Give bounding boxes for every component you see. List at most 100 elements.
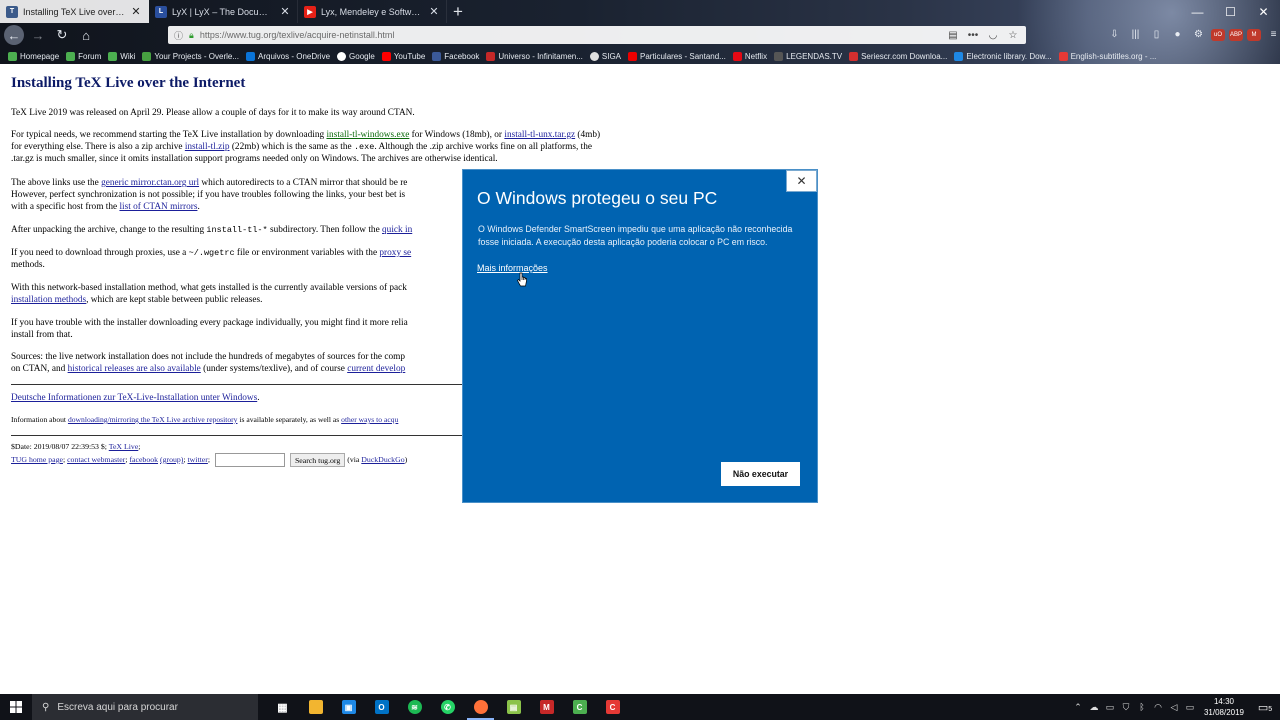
paragraph-download: For typical needs, we recommend starting… xyxy=(11,129,701,165)
install-tl-windows-link[interactable]: install-tl-windows.exe xyxy=(326,130,409,140)
url-text[interactable]: https://www.tug.org/texlive/acquire-neti… xyxy=(200,30,940,40)
clock[interactable]: 14:30 31/08/2019 xyxy=(1198,696,1250,718)
lock-icon[interactable]: 🔒︎ xyxy=(189,30,194,41)
menu-icon[interactable]: ≡ xyxy=(1265,26,1280,43)
bookmark-google[interactable]: Google xyxy=(337,51,375,61)
whatsapp-button[interactable]: ✆ xyxy=(431,694,464,720)
task-view-button[interactable]: ▦ xyxy=(266,694,299,720)
tab-label: Installing TeX Live over the Inte… xyxy=(23,6,125,17)
bookmark-homepage[interactable]: Homepage xyxy=(8,51,59,61)
quick-install-link[interactable]: quick in xyxy=(382,225,412,235)
installation-methods-link[interactable]: installation methods xyxy=(11,295,86,305)
historical-releases-link[interactable]: historical releases are also available xyxy=(68,364,201,374)
volume-icon[interactable]: ◁ xyxy=(1166,702,1182,713)
maximize-button[interactable]: ☐ xyxy=(1214,0,1247,23)
defender-icon[interactable]: ⛉ xyxy=(1118,702,1134,713)
bookmark-electronic-library[interactable]: Electronic library. Dow... xyxy=(954,51,1052,61)
pocket-icon[interactable]: ◡ xyxy=(986,30,1000,41)
bookmark-forum[interactable]: Forum xyxy=(66,51,101,61)
install-tl-zip-link[interactable]: install-tl.zip xyxy=(185,142,230,152)
bookmark-universo[interactable]: Universo - Infinitamen... xyxy=(486,51,583,61)
search-button[interactable]: Search tug.org xyxy=(289,453,346,467)
keyboard-icon[interactable]: ▭ xyxy=(1182,702,1198,713)
duckduckgo-link[interactable]: DuckDuckGo xyxy=(361,455,404,464)
bookmark-facebook[interactable]: Facebook xyxy=(432,51,479,61)
minimize-button[interactable]: — xyxy=(1181,0,1214,23)
spotify-button[interactable]: ≋ xyxy=(398,694,431,720)
dialog-close-button[interactable]: ✕ xyxy=(786,170,817,192)
proxy-settings-link[interactable]: proxy se xyxy=(379,248,411,258)
contact-webmaster-link[interactable]: contact webmaster xyxy=(67,455,125,464)
tab-youtube-lyx[interactable]: ▶ Lyx, Mendeley e Softwares nec… ✕ xyxy=(298,0,447,23)
tab-lyx[interactable]: L LyX | LyX – The Document Proc… ✕ xyxy=(149,0,298,23)
close-tab-icon[interactable]: ✕ xyxy=(428,5,440,18)
tab-installing-texlive[interactable]: T Installing TeX Live over the Inte… ✕ xyxy=(0,0,149,23)
account-icon[interactable]: ● xyxy=(1169,26,1186,43)
german-info-link[interactable]: Deutsche Informationen zur TeX-Live-Inst… xyxy=(11,393,257,403)
address-bar[interactable]: ⓘ 🔒︎ https://www.tug.org/texlive/acquire… xyxy=(168,26,1026,44)
facebook-group-link[interactable]: (group) xyxy=(160,455,183,464)
bookmark-star-icon[interactable]: ☆ xyxy=(1006,30,1020,41)
tug-home-link[interactable]: TUG home page xyxy=(11,455,63,464)
file-explorer-button[interactable] xyxy=(299,694,332,720)
show-hidden-icons-icon[interactable]: ⌃ xyxy=(1070,702,1086,713)
notepad-button[interactable]: ▤ xyxy=(497,694,530,720)
firefox-icon xyxy=(473,700,488,714)
other-ways-link[interactable]: other ways to acqu xyxy=(341,415,398,424)
taskbar-search[interactable]: ⚲ Escreva aqui para procurar xyxy=(32,694,258,720)
store-button[interactable]: ▣ xyxy=(332,694,365,720)
info-icon[interactable]: ⓘ xyxy=(174,29,183,42)
download-icon[interactable]: ⇩ xyxy=(1106,26,1123,43)
bookmark-overleaf[interactable]: Your Projects - Overle... xyxy=(142,51,239,61)
sync-icon[interactable]: ⚙ xyxy=(1190,26,1207,43)
library-icon[interactable]: ||| xyxy=(1127,26,1144,43)
bookmark-legendas[interactable]: LEGENDAS.TV xyxy=(774,51,842,61)
more-info-link[interactable]: Mais informações xyxy=(477,263,548,273)
sidebar-icon[interactable]: ▯ xyxy=(1148,26,1165,43)
current-development-link[interactable]: current develop xyxy=(347,364,405,374)
ctan-mirrors-link[interactable]: list of CTAN mirrors xyxy=(119,202,197,212)
ublock-icon[interactable]: uO xyxy=(1211,28,1225,41)
search-input[interactable] xyxy=(214,453,285,467)
generic-mirror-link[interactable]: generic mirror.ctan.org url xyxy=(101,178,199,188)
onedrive-icon[interactable]: ☁ xyxy=(1086,702,1102,713)
bluetooth-icon[interactable]: ᛒ xyxy=(1134,702,1150,712)
text: (via xyxy=(347,454,362,464)
firefox-button[interactable] xyxy=(464,694,497,720)
page-actions-icon[interactable]: ••• xyxy=(966,30,980,41)
bookmark-onedrive[interactable]: Arquivos - OneDrive xyxy=(246,51,330,61)
wifi-icon[interactable]: ◠ xyxy=(1150,702,1166,713)
reload-button[interactable]: ↻ xyxy=(52,25,72,45)
store-icon: ▣ xyxy=(341,700,356,714)
mendeley-button[interactable]: M xyxy=(530,694,563,720)
bookmark-youtube[interactable]: YouTube xyxy=(381,51,425,61)
start-button[interactable] xyxy=(0,694,32,720)
bookmark-english-subtitles[interactable]: English-subtitles.org - ... xyxy=(1058,51,1156,61)
outlook-button[interactable]: O xyxy=(365,694,398,720)
home-button[interactable]: ⌂ xyxy=(76,25,96,45)
dont-run-button[interactable]: Não executar xyxy=(721,462,800,486)
texlive-link[interactable]: TeX Live xyxy=(109,442,139,451)
bookmark-seriescr[interactable]: Seriescr.com Downloa... xyxy=(849,51,947,61)
new-tab-button[interactable]: + xyxy=(447,0,469,23)
action-center-button[interactable]: ▭5 xyxy=(1250,701,1280,714)
twitter-link[interactable]: twitter xyxy=(188,455,208,464)
close-window-button[interactable]: ✕ xyxy=(1247,0,1280,23)
camtasia-recorder-button[interactable]: C xyxy=(596,694,629,720)
bookmark-wiki[interactable]: Wiki xyxy=(108,51,135,61)
bookmark-netflix[interactable]: Netflix xyxy=(732,51,767,61)
camtasia-button[interactable]: C xyxy=(563,694,596,720)
mirroring-archive-link[interactable]: downloading/mirroring the TeX Live archi… xyxy=(68,415,238,424)
extension-icon[interactable]: M xyxy=(1247,28,1261,41)
close-tab-icon[interactable]: ✕ xyxy=(279,5,291,18)
adblock-plus-icon[interactable]: ABP xyxy=(1229,28,1243,41)
bookmark-siga[interactable]: SIGA xyxy=(589,51,621,61)
network-icon[interactable]: ▭ xyxy=(1102,702,1118,713)
install-tl-unx-link[interactable]: install-tl-unx.tar.gz xyxy=(504,130,575,140)
bookmark-santander[interactable]: Particulares - Santand... xyxy=(628,51,726,61)
reader-view-icon[interactable]: ▤ xyxy=(946,30,960,41)
facebook-link[interactable]: facebook xyxy=(129,455,158,464)
close-tab-icon[interactable]: ✕ xyxy=(130,5,142,18)
forward-button[interactable]: → xyxy=(28,25,48,45)
back-button[interactable]: ← xyxy=(4,25,24,45)
